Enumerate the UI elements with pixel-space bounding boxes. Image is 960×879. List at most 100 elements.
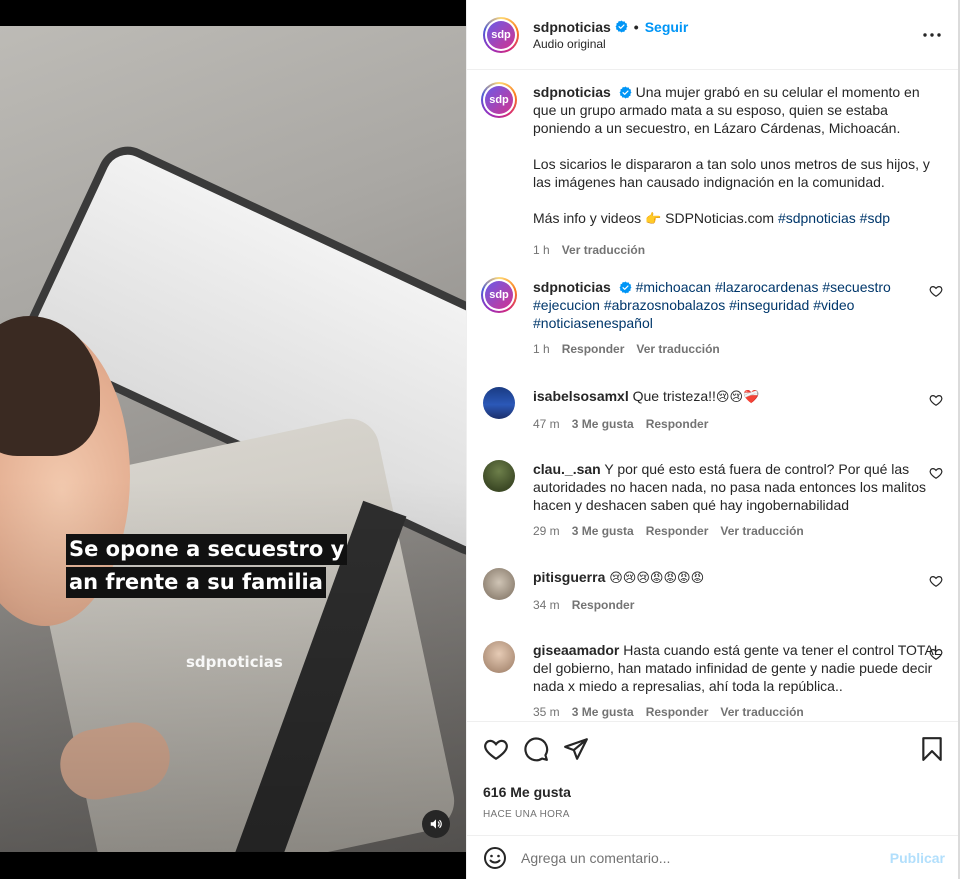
comment-meta: 34 m Responder xyxy=(533,598,943,612)
comment-text: sdpnoticias #michoacan #lazarocardenas #… xyxy=(533,278,943,332)
comment-meta: 35 m 3 Me gusta Responder Ver traducción xyxy=(533,705,943,719)
comment-item: sdp sdpnoticias #michoacan #lazarocarden… xyxy=(481,277,943,356)
comment-likes[interactable]: 3 Me gusta xyxy=(572,417,634,431)
post-time: HACE UNA HORA xyxy=(483,809,570,820)
comment-time[interactable]: 35 m xyxy=(533,705,560,719)
comment-text: isabelsosamxl Que tristeza!!😢😢❤️‍🩹 xyxy=(533,387,943,407)
comment-body: Que tristeza!! xyxy=(632,388,716,404)
post-header: sdp sdpnoticias • Seguir Audio original xyxy=(467,0,960,70)
comment-likes[interactable]: 3 Me gusta xyxy=(572,524,634,538)
emoji-smile-icon[interactable] xyxy=(483,846,507,870)
caption-hashtags[interactable]: #sdpnoticias #sdp xyxy=(778,210,890,226)
caption-avatar-logo: sdp xyxy=(485,86,513,114)
video-caption-line1: Se opone a secuestro y xyxy=(66,534,348,565)
post-caption: sdp sdpnoticias Una mujer grabó en su ce… xyxy=(481,82,943,257)
comment-item: clau._.san Y por qué esto está fuera de … xyxy=(483,460,943,538)
comment-text: pitisguerra 😢😢😢😡😡😡😡 xyxy=(533,568,943,588)
comment-meta: 29 m 3 Me gusta Responder Ver traducción xyxy=(533,524,943,538)
comment-text: giseaamador Hasta cuando está gente va t… xyxy=(533,641,943,695)
video-watermark: sdpnoticias xyxy=(186,653,283,671)
share-paper-plane-icon[interactable] xyxy=(563,736,589,762)
comment-reply-button[interactable]: Responder xyxy=(572,598,635,612)
like-heart-icon[interactable] xyxy=(483,736,509,762)
comment-avatar[interactable]: sdp xyxy=(481,277,517,313)
comment-time[interactable]: 34 m xyxy=(533,598,560,612)
audio-link[interactable]: Audio original xyxy=(533,37,920,51)
speaker-icon xyxy=(430,819,442,829)
follow-button[interactable]: Seguir xyxy=(645,19,689,35)
caption-paragraph-3: Más info y videos 👉 SDPNoticias.com #sdp… xyxy=(533,209,943,229)
comment-avatar[interactable] xyxy=(483,641,515,673)
action-icons xyxy=(483,736,945,762)
comment-emojis: 😢😢❤️‍🩹 xyxy=(715,390,760,405)
comment-avatar[interactable] xyxy=(483,460,515,492)
video-area[interactable]: Se opone a secuestro y an frente a su fa… xyxy=(0,0,466,879)
like-comment-heart-icon[interactable] xyxy=(929,574,943,588)
comment-translate-link[interactable]: Ver traducción xyxy=(720,524,803,538)
caption-meta: 1 h Ver traducción xyxy=(533,243,943,257)
comment-item: pitisguerra 😢😢😢😡😡😡😡 34 m Responder xyxy=(483,568,943,612)
caption-more-info: Más info y videos xyxy=(533,210,642,226)
comment-translate-link[interactable]: Ver traducción xyxy=(720,705,803,719)
caption-username[interactable]: sdpnoticias xyxy=(533,84,611,100)
pointing-hand-emoji: 👉 xyxy=(645,212,662,227)
post-panel: sdp sdpnoticias • Seguir Audio original xyxy=(466,0,960,879)
comment-time[interactable]: 29 m xyxy=(533,524,560,538)
caption-text: sdpnoticias Una mujer grabó en su celula… xyxy=(533,83,943,229)
more-options-button[interactable] xyxy=(920,23,944,47)
comment-avatar-logo: sdp xyxy=(485,281,513,309)
comment-avatar[interactable] xyxy=(483,568,515,600)
caption-site-link[interactable]: SDPNoticias.com xyxy=(665,210,774,226)
comment-username[interactable]: isabelsosamxl xyxy=(533,388,629,404)
comment-likes[interactable]: 3 Me gusta xyxy=(572,705,634,719)
comments-list[interactable]: sdp sdpnoticias Una mujer grabó en su ce… xyxy=(467,71,960,721)
like-comment-heart-icon[interactable] xyxy=(929,466,943,480)
separator-dot: • xyxy=(633,18,639,35)
video-shade xyxy=(0,26,466,852)
author-avatar[interactable]: sdp xyxy=(483,16,519,53)
comment-emojis: 😢😢😢😡😡😡😡 xyxy=(609,571,705,586)
like-comment-heart-icon[interactable] xyxy=(929,393,943,407)
comment-item: isabelsosamxl Que tristeza!!😢😢❤️‍🩹 47 m … xyxy=(483,387,943,431)
bookmark-icon[interactable] xyxy=(919,736,945,762)
mute-button[interactable] xyxy=(422,810,450,838)
author-username[interactable]: sdpnoticias xyxy=(533,19,611,35)
comment-input[interactable] xyxy=(521,849,890,866)
comment-avatar[interactable] xyxy=(483,387,515,419)
comment-username[interactable]: pitisguerra xyxy=(533,569,605,585)
comment-translate-link[interactable]: Ver traducción xyxy=(636,342,719,356)
comment-reply-button[interactable]: Responder xyxy=(562,342,625,356)
like-comment-heart-icon[interactable] xyxy=(929,284,943,298)
comment-reply-button[interactable]: Responder xyxy=(646,524,709,538)
add-comment-bar: Publicar xyxy=(467,835,960,879)
author-avatar-logo: sdp xyxy=(487,20,515,49)
caption-avatar[interactable]: sdp xyxy=(481,82,517,118)
verified-badge-icon xyxy=(619,86,632,99)
comment-time[interactable]: 47 m xyxy=(533,417,560,431)
comment-bubble-icon[interactable] xyxy=(523,736,549,762)
comment-reply-button[interactable]: Responder xyxy=(646,705,709,719)
video-frame[interactable]: Se opone a secuestro y an frente a su fa… xyxy=(0,26,466,852)
like-comment-heart-icon[interactable] xyxy=(929,647,943,661)
video-caption-line2: an frente a su familia xyxy=(66,567,326,598)
comment-meta: 1 h Responder Ver traducción xyxy=(533,342,943,356)
caption-time[interactable]: 1 h xyxy=(533,243,550,257)
publish-button[interactable]: Publicar xyxy=(890,850,945,866)
comment-item: giseaamador Hasta cuando está gente va t… xyxy=(483,641,943,719)
comment-username[interactable]: clau._.san xyxy=(533,461,601,477)
post-dialog: Se opone a secuestro y an frente a su fa… xyxy=(0,0,960,879)
likes-count[interactable]: 616 Me gusta xyxy=(483,784,945,800)
post-actions: 616 Me gusta HACE UNA HORA xyxy=(467,721,960,820)
comment-username[interactable]: sdpnoticias xyxy=(533,279,611,295)
comment-reply-button[interactable]: Responder xyxy=(646,417,709,431)
comment-username[interactable]: giseaamador xyxy=(533,642,619,658)
caption-paragraph-2: Los sicarios le dispararon a tan solo un… xyxy=(533,156,930,190)
caption-translate-link[interactable]: Ver traducción xyxy=(562,243,645,257)
comment-meta: 47 m 3 Me gusta Responder xyxy=(533,417,943,431)
comment-text: clau._.san Y por qué esto está fuera de … xyxy=(533,460,943,514)
comment-time[interactable]: 1 h xyxy=(533,342,550,356)
more-icon xyxy=(923,32,941,37)
verified-badge-icon xyxy=(619,281,632,294)
verified-badge-icon xyxy=(615,20,628,33)
video-caption: Se opone a secuestro y an frente a su fa… xyxy=(66,534,348,600)
